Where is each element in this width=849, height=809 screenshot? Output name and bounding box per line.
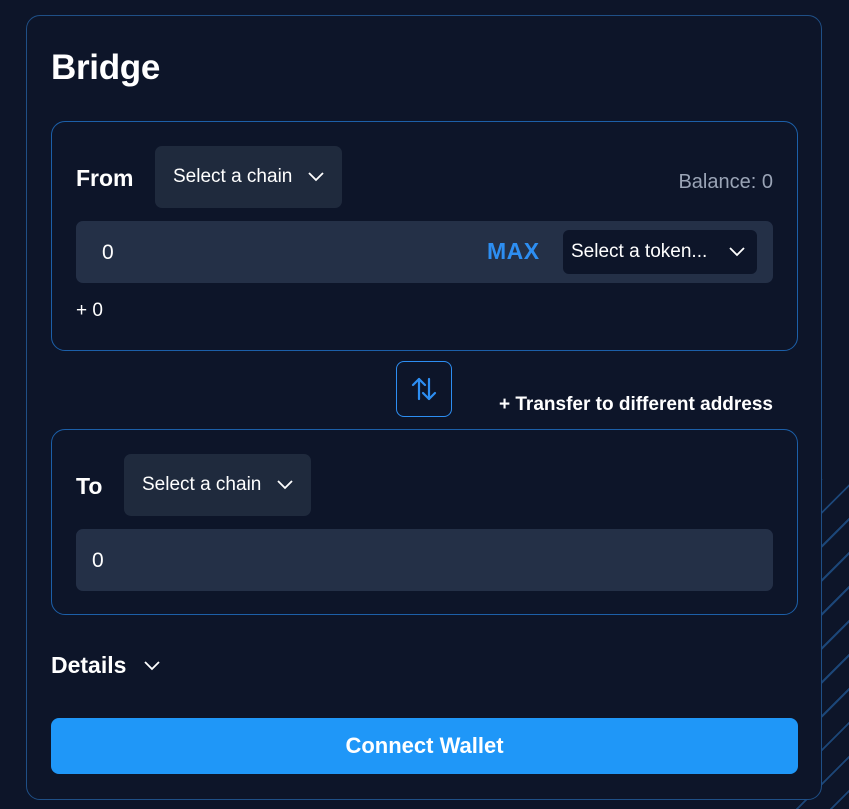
from-panel: From Select a chain Balance: 0 0 MAX Sel… [51,121,798,351]
max-button[interactable]: MAX [487,238,540,265]
chevron-down-icon [308,172,324,182]
to-chain-select[interactable]: Select a chain [124,454,312,516]
chevron-down-icon [277,480,293,490]
to-amount-value: 0 [92,549,104,572]
page: Bridge From Select a chain Balance: 0 0 … [0,0,849,809]
page-title: Bridge [51,48,161,87]
bridge-card: Bridge From Select a chain Balance: 0 0 … [26,15,822,800]
transfer-different-address-link[interactable]: + Transfer to different address [499,394,773,416]
balance-value: 0 [761,171,773,193]
details-label: Details [51,652,127,678]
swap-arrows-icon [411,377,437,401]
from-usd-value: + 0 [76,300,103,321]
details-toggle[interactable]: Details [51,652,161,679]
token-select[interactable]: Select a token... [563,230,757,274]
to-label: To [76,473,103,499]
from-chain-select[interactable]: Select a chain [155,146,343,208]
chevron-down-icon [729,247,745,257]
to-chain-select-label: Select a chain [142,474,262,495]
from-amount-value[interactable]: 0 [102,241,114,265]
from-amount-field[interactable]: 0 MAX Select a token... [76,221,773,283]
swap-direction-button[interactable] [396,361,452,417]
to-panel: To Select a chain 0 [51,429,798,615]
from-label: From [76,165,134,191]
chevron-down-icon [144,660,161,670]
token-select-label: Select a token... [571,241,708,262]
to-amount-field[interactable]: 0 [76,529,773,591]
balance-label: Balance: [678,171,757,193]
from-chain-select-label: Select a chain [173,166,293,187]
balance: Balance: 0 [678,171,773,194]
connect-wallet-button[interactable]: Connect Wallet [51,718,798,774]
